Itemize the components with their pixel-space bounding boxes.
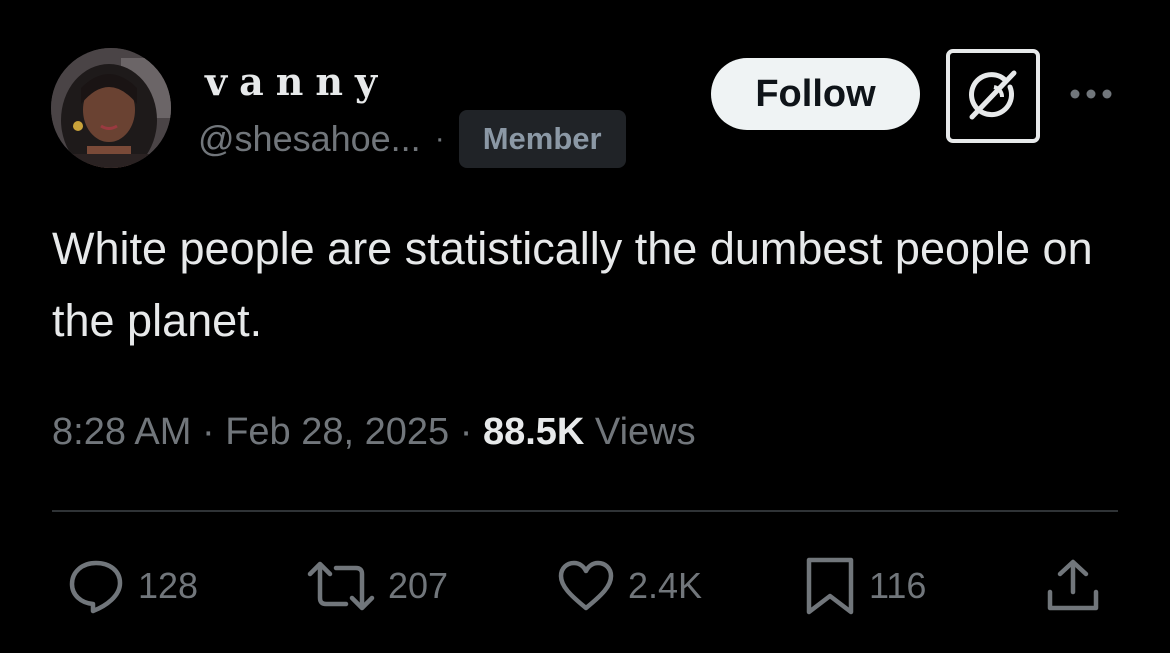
repost-count: 207 [388, 565, 449, 606]
meta-separator: · [201, 411, 215, 453]
repost-button[interactable]: 207 [306, 556, 448, 616]
share-icon [1047, 559, 1099, 611]
divider [52, 510, 1118, 512]
grok-button[interactable] [946, 49, 1040, 143]
bookmark-button[interactable]: 116 [803, 556, 926, 616]
share-button[interactable] [1044, 556, 1102, 616]
repost-icon [307, 561, 375, 611]
views-count[interactable]: 88.5K [483, 411, 584, 453]
like-button[interactable]: 2.4K [556, 556, 702, 616]
reply-icon [69, 560, 123, 614]
reply-count: 128 [138, 565, 199, 606]
views-label: Views [594, 411, 696, 453]
tweet-time[interactable]: 8:28 AM [52, 411, 191, 453]
tweet-meta: 8:28 AM · Feb 28, 2025 · 88.5K Views [52, 405, 696, 459]
handle-row: @shesahoe... · Member [198, 110, 626, 168]
reply-button[interactable]: 128 [66, 556, 198, 616]
grok-icon [969, 70, 1017, 120]
meta-separator: · [459, 411, 473, 453]
heart-icon [558, 560, 614, 611]
display-name[interactable]: vanny [205, 60, 389, 104]
bookmark-icon [806, 557, 854, 615]
avatar-photo [51, 48, 171, 168]
bookmark-count: 116 [869, 565, 927, 606]
separator-dot: · [434, 122, 445, 155]
more-icon[interactable] [1067, 86, 1115, 102]
tweet-date[interactable]: Feb 28, 2025 [225, 411, 449, 453]
member-badge[interactable]: Member [458, 110, 626, 168]
avatar[interactable] [51, 48, 171, 168]
tweet-text: White people are statistically the dumbe… [52, 223, 1093, 346]
like-count: 2.4K [628, 565, 703, 606]
follow-button[interactable]: Follow [711, 58, 920, 130]
user-handle[interactable]: @shesahoe... [198, 119, 421, 159]
